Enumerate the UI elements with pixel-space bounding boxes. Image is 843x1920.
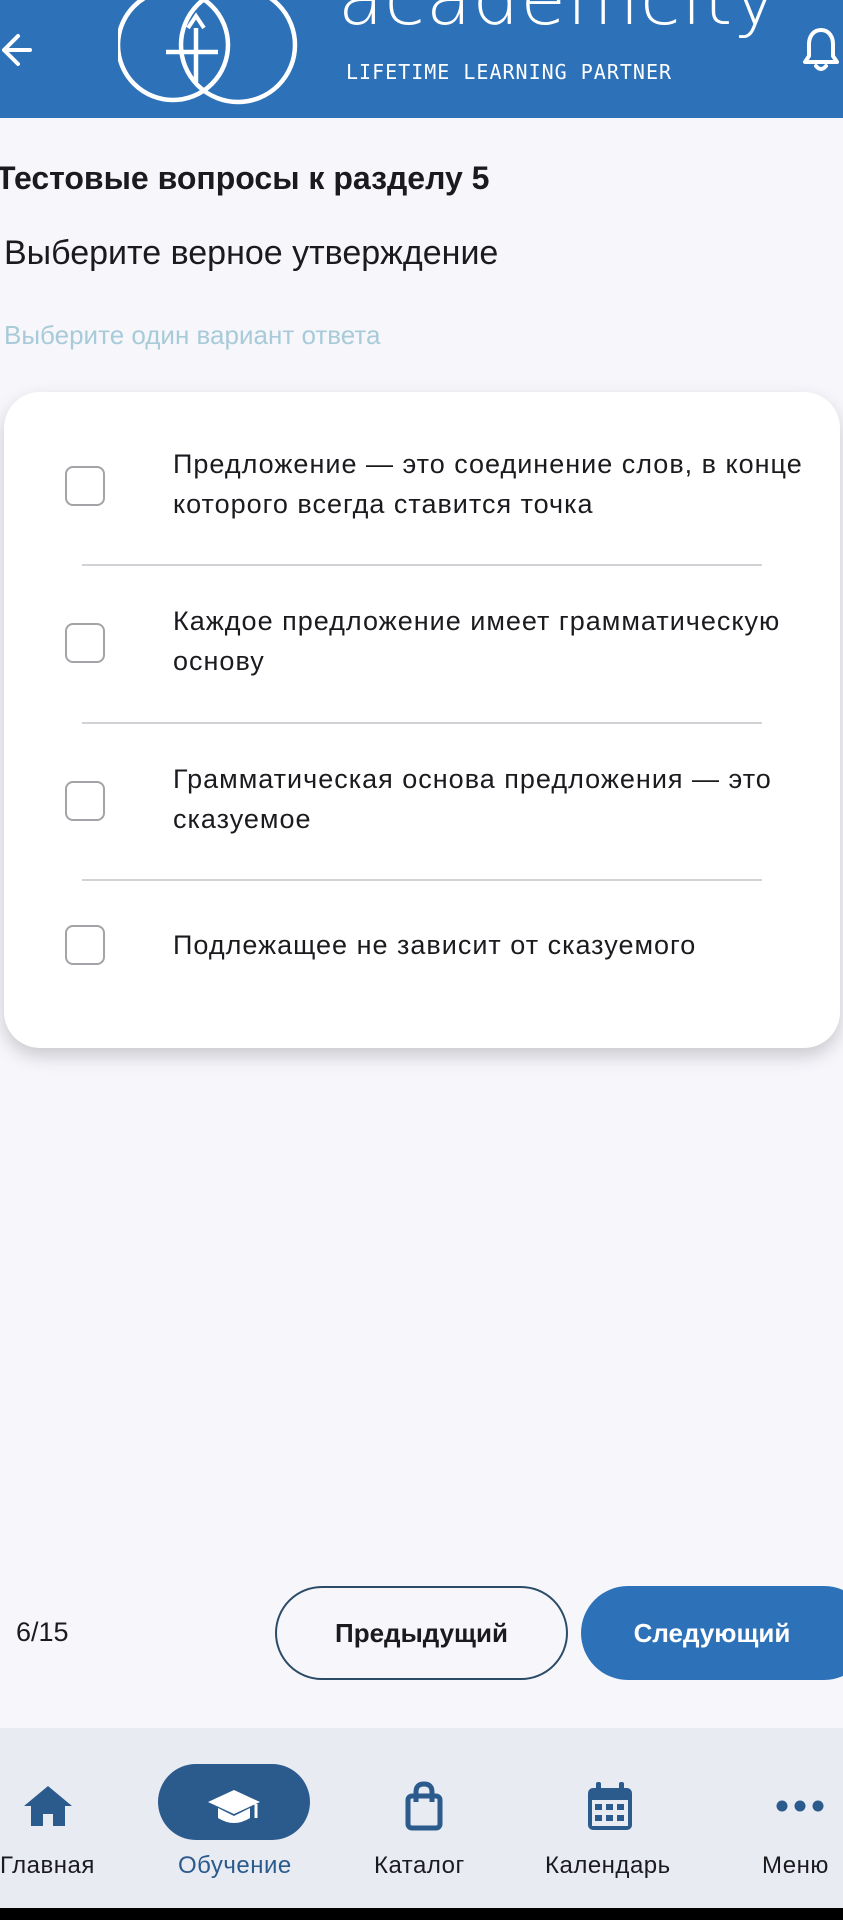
logo-wordmark: academcity (338, 0, 778, 36)
answer-checkbox[interactable] (65, 925, 105, 965)
previous-button-label: Предыдущий (335, 1617, 508, 1648)
nav-label: Меню (762, 1852, 829, 1879)
nav-item-home[interactable]: Главная (0, 1728, 110, 1908)
question-counter: 6/15 (16, 1617, 69, 1647)
answer-hint: Выберите один вариант ответа (4, 320, 381, 350)
answer-label: Грамматическая основа предложения — это … (173, 764, 772, 834)
answer-label: Подлежащее не зависит от сказуемого (173, 930, 697, 960)
back-button[interactable] (0, 22, 40, 78)
system-gesture-bar (0, 1908, 843, 1920)
nav-item-learning[interactable]: Обучение (158, 1728, 310, 1908)
more-dots-icon (776, 1800, 824, 1812)
previous-button[interactable]: Предыдущий (275, 1586, 568, 1680)
notifications-button[interactable] (803, 24, 839, 76)
answer-option-2[interactable]: Каждое предложение имеет грамматическую … (4, 566, 840, 722)
nav-label: Каталог (374, 1852, 465, 1879)
next-button[interactable]: Следующий (581, 1586, 843, 1680)
app-header: academcity LIFETIME LEARNING PARTNER (0, 0, 843, 118)
next-button-label: Следующий (633, 1617, 791, 1648)
nav-label: Обучение (178, 1852, 292, 1879)
logo-icon (118, 0, 298, 105)
nav-item-calendar[interactable]: Календарь (540, 1728, 680, 1908)
question-text: Выберите верное утверждение (4, 234, 499, 272)
graduation-cap-icon (208, 1790, 260, 1823)
answer-label: Предложение — это соединение слов, в кон… (173, 449, 803, 519)
nav-item-catalog[interactable]: Каталог (370, 1728, 480, 1908)
shopping-bag-icon (405, 1781, 443, 1831)
answer-checkbox[interactable] (65, 466, 105, 506)
answer-checkbox[interactable] (65, 623, 105, 663)
nav-item-menu[interactable]: Меню (755, 1728, 843, 1908)
answer-checkbox[interactable] (65, 781, 105, 821)
section-title: Тестовые вопросы к разделу 5 (0, 160, 490, 196)
answer-option-4[interactable]: Подлежащее не зависит от сказуемого (4, 881, 840, 1041)
arrow-left-icon (2, 34, 32, 66)
home-icon (24, 1786, 72, 1826)
answers-card: Предложение — это соединение слов, в кон… (4, 392, 840, 1048)
logo-tagline: LIFETIME LEARNING PARTNER (346, 60, 673, 84)
answer-label: Каждое предложение имеет грамматическую … (173, 606, 781, 676)
calendar-icon (588, 1782, 632, 1830)
answer-option-3[interactable]: Грамматическая основа предложения — это … (4, 724, 840, 880)
answer-option-1[interactable]: Предложение — это соединение слов, в кон… (4, 392, 840, 564)
nav-label: Главная (0, 1852, 95, 1879)
bell-icon (803, 28, 839, 71)
nav-label: Календарь (545, 1852, 671, 1879)
bottom-navigation: Главная Обучение Каталог Календарь Меню (0, 1728, 843, 1908)
